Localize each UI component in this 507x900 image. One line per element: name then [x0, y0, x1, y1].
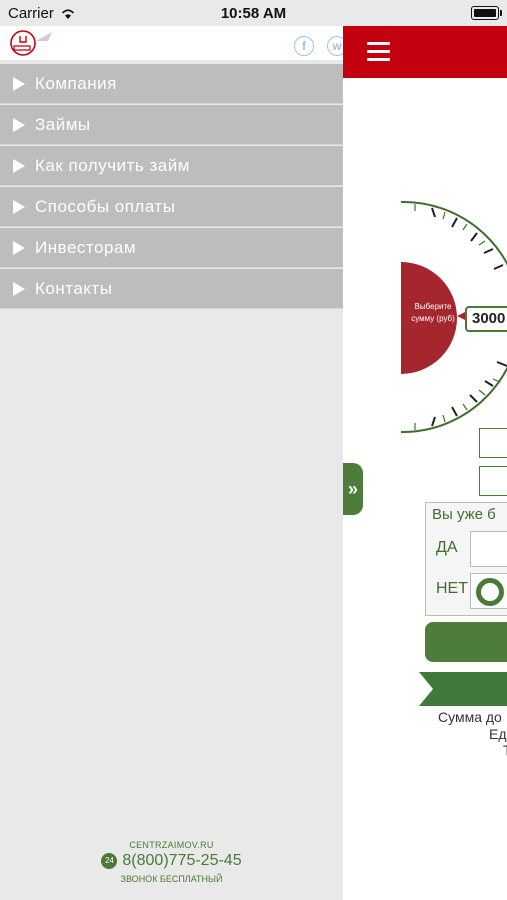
radio-selected-icon [476, 578, 504, 606]
ribbon-banner [419, 672, 507, 706]
drawer-header: f w [0, 26, 347, 60]
status-bar: Carrier 10:58 AM [0, 0, 507, 26]
arrow-right-icon [13, 76, 25, 91]
free-call-note: ЗВОНОК БЕСПЛАТНЫЙ [120, 874, 223, 884]
drawer-menu: Компания Займы Как получить займ Способы… [0, 64, 343, 310]
menu-item-label: Займы [35, 114, 91, 134]
arrow-right-icon [13, 117, 25, 132]
loan-description-line-3: Т [503, 742, 507, 758]
menu-item-label: Контакты [35, 278, 113, 298]
phone-24-icon: 24 [101, 853, 118, 869]
menu-item-label: Как получить займ [35, 155, 190, 175]
no-option[interactable] [470, 573, 507, 609]
arrow-right-icon [13, 158, 25, 173]
drawer-footer: CENTRZAIMOV.RU 24 8(800)775-25-45 ЗВОНОК… [0, 840, 343, 884]
yes-option[interactable] [470, 531, 507, 567]
question-text: Вы уже б [432, 506, 496, 523]
amount-prompt: Выберите сумму (руб) [411, 302, 455, 323]
main-panel: Выберите сумму (руб) 3000 Вы уже б ДА НЕ… [343, 26, 507, 900]
facebook-icon[interactable]: f [294, 36, 314, 56]
phone-link[interactable]: 24 8(800)775-25-45 [0, 852, 343, 870]
yes-label: ДА [436, 539, 458, 556]
submit-button[interactable] [425, 622, 507, 662]
nav-drawer: f w Компания Займы Как получить займ Спо… [0, 26, 347, 900]
menu-item-payment-methods[interactable]: Способы оплаты [0, 187, 343, 227]
battery-icon [471, 6, 502, 20]
menu-item-label: Инвесторам [35, 237, 137, 257]
menu-item-label: Способы оплаты [35, 196, 176, 216]
term-field[interactable] [479, 428, 507, 458]
amount-display[interactable]: 3000 [465, 306, 507, 332]
site-name[interactable]: CENTRZAIMOV.RU [0, 840, 343, 850]
menu-item-how-to-get-loan[interactable]: Как получить займ [0, 146, 343, 186]
menu-item-loans[interactable]: Займы [0, 105, 343, 145]
menu-item-contacts[interactable]: Контакты [0, 269, 343, 309]
existing-customer-question: Вы уже б ДА НЕТ [425, 502, 507, 616]
hamburger-menu-icon[interactable] [367, 42, 390, 62]
rate-field[interactable] [479, 466, 507, 496]
phone-number: 8(800)775-25-45 [122, 852, 242, 869]
logo-icon[interactable] [8, 28, 56, 58]
drawer-toggle-button[interactable]: » [343, 463, 363, 515]
menu-item-label: Компания [35, 73, 117, 93]
menu-item-investors[interactable]: Инвесторам [0, 228, 343, 268]
arrow-right-icon [13, 281, 25, 296]
loan-description-line-2: Ед [489, 726, 507, 742]
no-label: НЕТ [436, 580, 468, 597]
loan-description-line-1: Сумма до [438, 709, 502, 725]
arrow-right-icon [13, 240, 25, 255]
arrow-right-icon [13, 199, 25, 214]
top-bar [343, 26, 507, 78]
menu-item-company[interactable]: Компания [0, 64, 343, 104]
clock: 10:58 AM [220, 5, 287, 22]
